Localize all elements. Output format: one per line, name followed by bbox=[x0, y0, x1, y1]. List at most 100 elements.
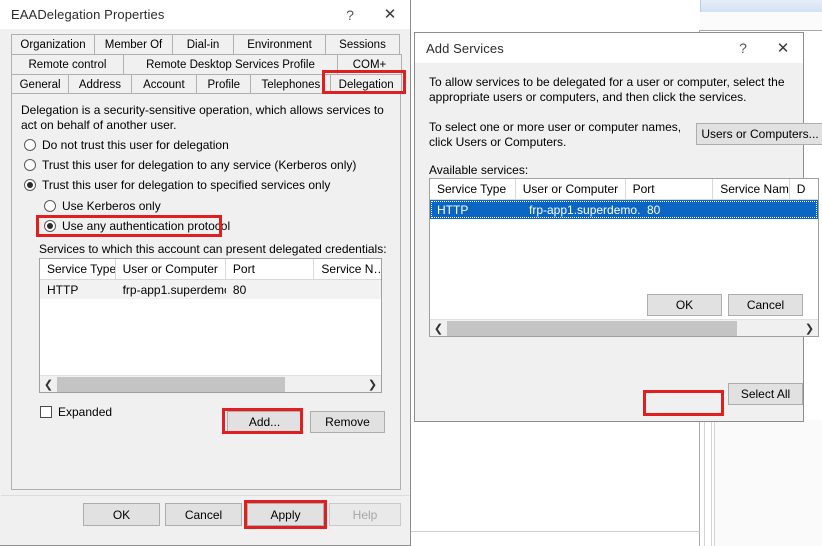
tab-com-plus[interactable]: COM+ bbox=[337, 54, 402, 74]
properties-dialog: EAADelegation Properties ? ✕ Organizatio… bbox=[0, 0, 411, 546]
radio-trust-any-service[interactable]: Trust this user for delegation to any se… bbox=[24, 158, 356, 172]
properties-title: EAADelegation Properties bbox=[11, 7, 165, 22]
checkbox-icon bbox=[40, 406, 52, 418]
column-header-service-name[interactable]: Service N… bbox=[314, 259, 381, 279]
tab-telephones[interactable]: Telephones bbox=[250, 74, 332, 94]
background-strip bbox=[700, 12, 822, 31]
add-button[interactable]: Add... bbox=[227, 411, 302, 433]
table-row[interactable]: HTTP frp-app1.superdemo.l... 80 bbox=[430, 200, 818, 219]
radio-icon bbox=[24, 139, 36, 151]
column-header-service-type[interactable]: Service Type bbox=[430, 179, 516, 199]
table-row[interactable]: HTTP frp-app1.superdemo.l... 80 bbox=[40, 280, 381, 299]
column-header-port[interactable]: Port bbox=[625, 179, 714, 199]
remove-button[interactable]: Remove bbox=[310, 411, 385, 433]
footer-separator bbox=[1, 495, 410, 496]
scrollbar-thumb[interactable] bbox=[447, 320, 737, 336]
radio-icon bbox=[24, 179, 36, 191]
close-icon[interactable]: ✕ bbox=[763, 33, 803, 63]
add-services-titlebar: Add Services ? ✕ bbox=[415, 33, 803, 63]
ok-button[interactable]: OK bbox=[647, 294, 722, 316]
cell-port: 80 bbox=[232, 282, 247, 297]
tab-profile[interactable]: Profile bbox=[196, 74, 252, 94]
tab-row-3: General Address Account Profile Telephon… bbox=[11, 74, 402, 94]
properties-titlebar: EAADelegation Properties ? ✕ bbox=[0, 0, 410, 29]
tab-address[interactable]: Address bbox=[68, 74, 132, 94]
add-services-dialog: Add Services ? ✕ To allow services to be… bbox=[414, 32, 822, 422]
tab-environment[interactable]: Environment bbox=[233, 34, 326, 54]
scroll-right-icon[interactable]: ❯ bbox=[364, 376, 381, 393]
select-all-button[interactable]: Select All bbox=[728, 383, 803, 405]
help-icon[interactable]: ? bbox=[330, 0, 370, 30]
radio-icon bbox=[24, 159, 36, 171]
add-services-intro-text: To allow services to be delegated for a … bbox=[429, 75, 785, 104]
listview-header: Service Type User or Computer Port Servi… bbox=[430, 179, 818, 200]
cancel-button[interactable]: Cancel bbox=[728, 294, 803, 316]
tab-remote-desktop-services-profile[interactable]: Remote Desktop Services Profile bbox=[123, 54, 338, 74]
delegation-description: Delegation is a security-sensitive opera… bbox=[21, 103, 384, 132]
tab-row-2: Remote control Remote Desktop Services P… bbox=[11, 54, 402, 74]
background-panel-right bbox=[715, 420, 822, 546]
scroll-left-icon[interactable]: ❮ bbox=[40, 376, 57, 393]
scrollbar-track[interactable] bbox=[57, 375, 364, 392]
radio-icon bbox=[44, 220, 56, 232]
expanded-checkbox[interactable]: Expanded bbox=[40, 405, 112, 419]
scrollbar-thumb[interactable] bbox=[57, 376, 285, 392]
column-header-port[interactable]: Port bbox=[225, 259, 315, 279]
tab-member-of[interactable]: Member Of bbox=[94, 34, 173, 54]
users-or-computers-button[interactable]: Users or Computers... bbox=[696, 123, 822, 145]
add-services-title-buttons: ? ✕ bbox=[723, 33, 803, 63]
close-icon[interactable]: ✕ bbox=[370, 0, 410, 30]
tab-organization[interactable]: Organization bbox=[11, 34, 95, 54]
screen-root: Add Services ? ✕ To allow services to be… bbox=[0, 0, 822, 546]
checkbox-label: Expanded bbox=[58, 405, 113, 419]
tab-sessions[interactable]: Sessions bbox=[325, 34, 400, 54]
add-services-select-text: To select one or more user or computer n… bbox=[429, 120, 682, 149]
add-services-title: Add Services bbox=[426, 40, 504, 56]
background-divider-1 bbox=[704, 420, 705, 546]
tab-general[interactable]: General bbox=[11, 74, 70, 94]
radio-label: Trust this user for delegation to any se… bbox=[42, 158, 357, 172]
available-services-label: Available services: bbox=[429, 163, 529, 177]
tab-strip: Organization Member Of Dial-in Environme… bbox=[11, 34, 402, 94]
apply-button[interactable]: Apply bbox=[247, 503, 324, 526]
radio-label: Trust this user for delegation to specif… bbox=[42, 178, 331, 192]
delegated-services-listview[interactable]: Service Type User or Computer Port Servi… bbox=[39, 258, 382, 393]
scrollbar-track[interactable] bbox=[447, 319, 801, 336]
radio-label: Do not trust this user for delegation bbox=[42, 138, 229, 152]
cancel-button[interactable]: Cancel bbox=[165, 503, 242, 526]
column-header-service-type[interactable]: Service Type bbox=[40, 259, 116, 279]
tab-delegation[interactable]: Delegation bbox=[330, 74, 402, 94]
column-header-service-name[interactable]: Service Name bbox=[713, 179, 790, 199]
radio-label: Use Kerberos only bbox=[62, 199, 161, 213]
help-button: Help bbox=[329, 503, 401, 526]
listview-horizontal-scrollbar[interactable]: ❮ ❯ bbox=[430, 319, 818, 336]
column-header-d[interactable]: D bbox=[789, 179, 818, 199]
properties-title-buttons: ? ✕ bbox=[330, 0, 410, 29]
scroll-left-icon[interactable]: ❮ bbox=[430, 320, 447, 337]
cell-user-or-computer: frp-app1.superdemo.l... bbox=[529, 202, 640, 217]
help-icon[interactable]: ? bbox=[723, 33, 763, 63]
cell-port: 80 bbox=[647, 202, 661, 217]
radio-do-not-trust[interactable]: Do not trust this user for delegation bbox=[24, 138, 229, 152]
cell-user-or-computer: frp-app1.superdemo.l... bbox=[122, 282, 226, 297]
radio-icon bbox=[44, 200, 56, 212]
radio-label: Use any authentication protocol bbox=[62, 219, 231, 233]
scroll-right-icon[interactable]: ❯ bbox=[801, 320, 818, 337]
services-list-caption: Services to which this account can prese… bbox=[39, 242, 387, 256]
radio-use-any-authentication-protocol[interactable]: Use any authentication protocol bbox=[44, 219, 230, 233]
tab-remote-control[interactable]: Remote control bbox=[11, 54, 124, 74]
cell-service-type: HTTP bbox=[437, 202, 469, 217]
delegation-tab-page: Delegation is a security-sensitive opera… bbox=[11, 93, 401, 490]
tab-account[interactable]: Account bbox=[130, 74, 198, 94]
column-header-user-or-computer[interactable]: User or Computer bbox=[115, 259, 226, 279]
tab-row-1: Organization Member Of Dial-in Environme… bbox=[11, 34, 401, 54]
listview-header: Service Type User or Computer Port Servi… bbox=[40, 259, 381, 280]
ok-button[interactable]: OK bbox=[83, 503, 160, 526]
cell-service-type: HTTP bbox=[47, 282, 79, 297]
radio-use-kerberos-only[interactable]: Use Kerberos only bbox=[44, 199, 161, 213]
listview-horizontal-scrollbar[interactable]: ❮ ❯ bbox=[40, 375, 381, 392]
tab-dial-in[interactable]: Dial-in bbox=[172, 34, 234, 54]
background-divider-2 bbox=[711, 420, 712, 546]
radio-trust-specified-services[interactable]: Trust this user for delegation to specif… bbox=[24, 178, 330, 192]
column-header-user-or-computer[interactable]: User or Computer bbox=[515, 179, 626, 199]
